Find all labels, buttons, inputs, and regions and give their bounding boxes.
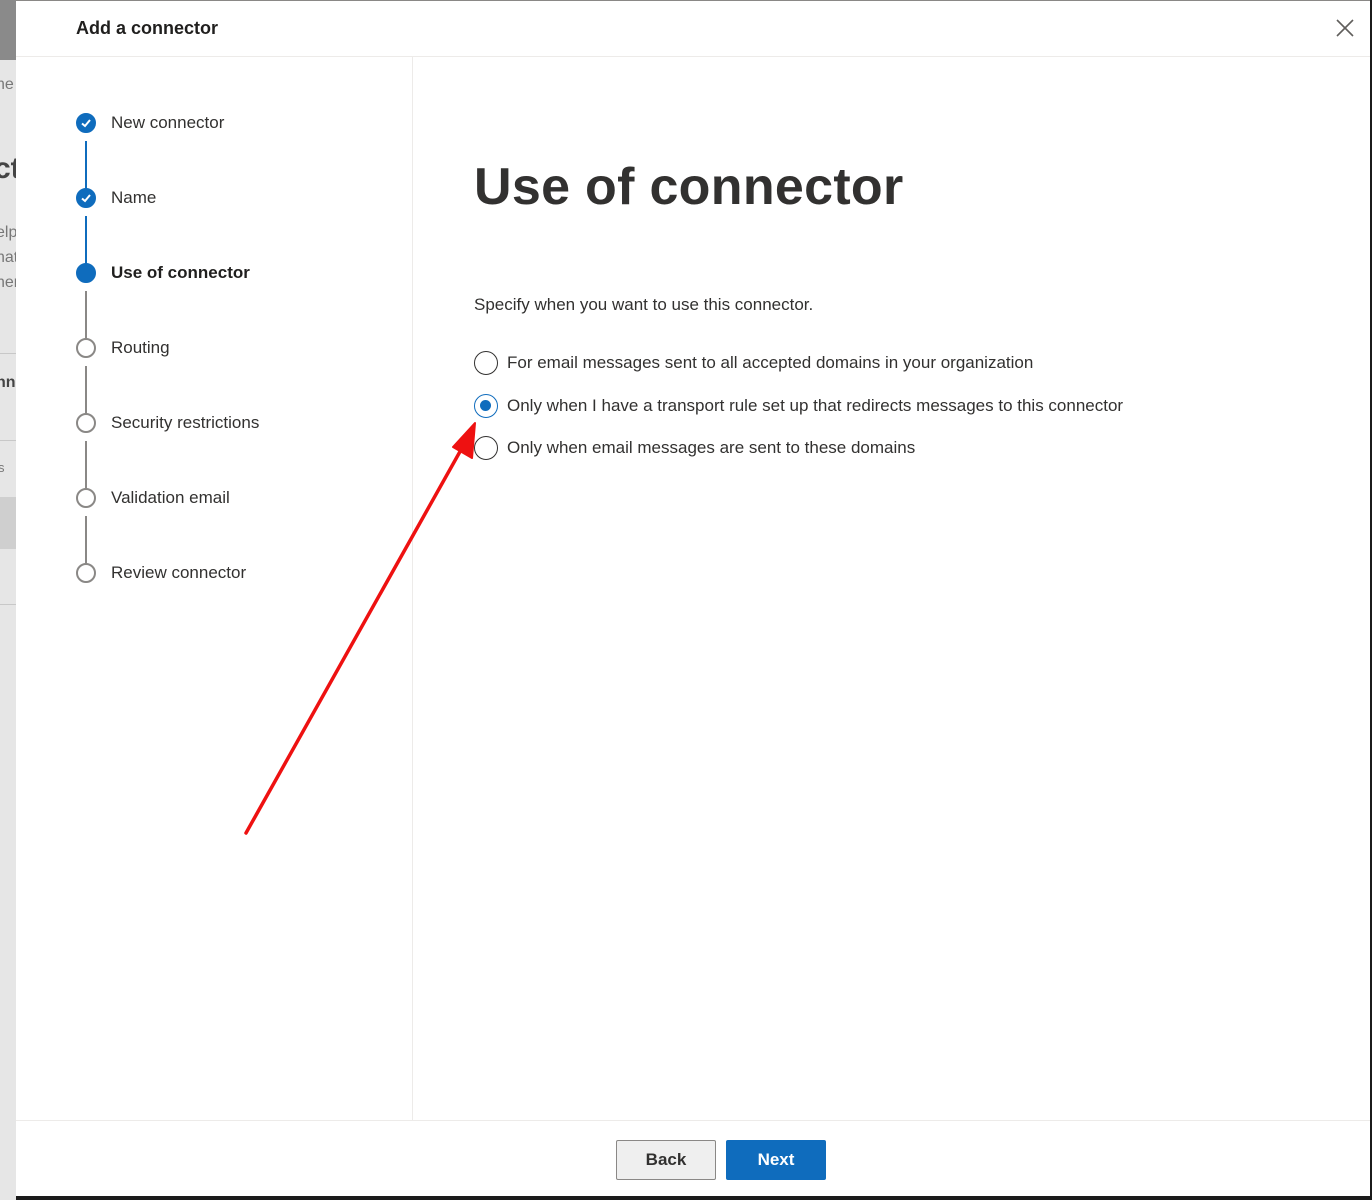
- step-label: Name: [111, 188, 157, 207]
- radio-button[interactable]: [474, 436, 498, 460]
- radio-option-specific-domains[interactable]: Only when email messages are sent to the…: [474, 435, 915, 461]
- step-name[interactable]: Name: [76, 186, 396, 210]
- step-label: Use of connector: [111, 263, 250, 282]
- background-divider: [0, 604, 16, 605]
- background-text: nn: [0, 374, 16, 391]
- background-divider: [0, 353, 16, 354]
- step-label: New connector: [111, 113, 225, 132]
- background-selected-row: [0, 497, 16, 549]
- step-validation-email: Validation email: [76, 486, 396, 510]
- back-button[interactable]: Back: [616, 1140, 716, 1180]
- step-label: Routing: [111, 338, 170, 357]
- step-label: Review connector: [111, 563, 247, 582]
- step-label: Security restrictions: [111, 413, 260, 432]
- wizard-steps: New connector Name Use of connector Rout…: [16, 57, 413, 1120]
- window-edge: [16, 1196, 1372, 1200]
- step-new-connector[interactable]: New connector: [76, 111, 396, 135]
- current-step-icon: [76, 263, 96, 283]
- empty-circle-icon: [76, 338, 96, 358]
- next-button[interactable]: Next: [726, 1140, 826, 1180]
- main-content: Use of connector Specify when you want t…: [414, 57, 1370, 1120]
- radio-label[interactable]: Only when I have a transport rule set up…: [507, 396, 1123, 416]
- step-security-restrictions: Security restrictions: [76, 411, 396, 435]
- empty-circle-icon: [76, 488, 96, 508]
- page-title: Use of connector: [474, 158, 904, 216]
- panel-header: Add a connector: [16, 1, 1370, 57]
- radio-label[interactable]: Only when email messages are sent to the…: [507, 438, 915, 458]
- checkmark-icon: [76, 188, 96, 208]
- checkmark-icon: [76, 113, 96, 133]
- background-text: ner: [0, 274, 16, 291]
- background-header: [0, 0, 16, 60]
- step-routing: Routing: [76, 336, 396, 360]
- screen: ne ct elp nat ner nn s Add a connector: [0, 0, 1372, 1200]
- radio-label[interactable]: For email messages sent to all accepted …: [507, 353, 1033, 373]
- background-divider: [0, 440, 16, 441]
- close-icon: [1336, 19, 1354, 37]
- radio-button[interactable]: [474, 351, 498, 375]
- background-heading: ct: [0, 152, 16, 185]
- panel-title: Add a connector: [76, 18, 219, 38]
- background-text: nat: [0, 249, 16, 266]
- background-page: ne ct elp nat ner nn s: [0, 0, 16, 1200]
- add-connector-panel: Add a connector New connector Name Use o…: [16, 1, 1370, 1196]
- radio-option-transport-rule[interactable]: Only when I have a transport rule set up…: [474, 393, 1123, 419]
- page-description: Specify when you want to use this connec…: [474, 295, 814, 314]
- step-review-connector: Review connector: [76, 561, 396, 585]
- radio-option-all-domains[interactable]: For email messages sent to all accepted …: [474, 350, 1033, 376]
- background-text: ne: [0, 76, 14, 93]
- step-label: Validation email: [111, 488, 230, 507]
- radio-button-selected[interactable]: [474, 394, 498, 418]
- panel-footer: Back Next: [16, 1120, 1370, 1196]
- background-text: elp: [0, 224, 16, 241]
- step-use-of-connector[interactable]: Use of connector: [76, 261, 396, 285]
- close-button[interactable]: [1334, 17, 1356, 39]
- background-text: s: [0, 460, 5, 475]
- empty-circle-icon: [76, 563, 96, 583]
- empty-circle-icon: [76, 413, 96, 433]
